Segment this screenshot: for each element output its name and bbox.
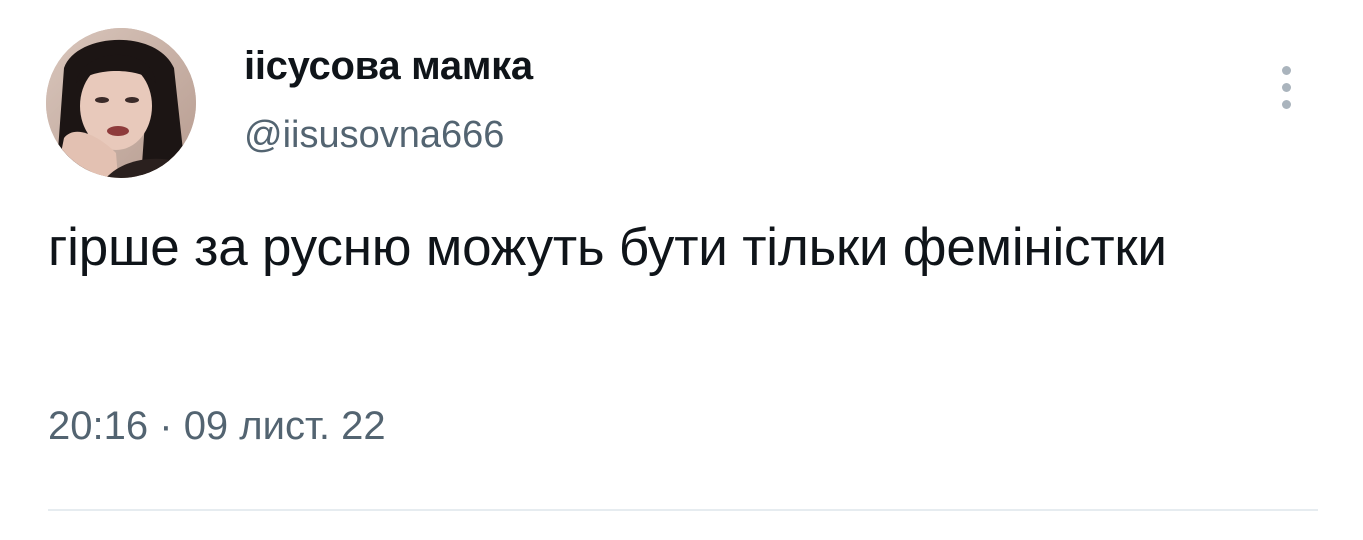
avatar-image [46, 28, 196, 178]
tweet-card: іісусова мамка @iisusovna666 гірше за ру… [0, 0, 1363, 540]
more-dot [1282, 66, 1291, 75]
more-options-icon[interactable] [1270, 58, 1304, 118]
tweet-text: гірше за русню можуть бути тільки феміні… [48, 218, 1167, 277]
tweet-date: 09 лист. 22 [183, 404, 386, 448]
more-dot [1282, 83, 1291, 92]
tweet-timestamp[interactable]: 20:16 · 09 лист. 22 [48, 404, 386, 449]
tweet-time: 20:16 [48, 404, 149, 448]
author-handle[interactable]: @iisusovna666 [244, 114, 504, 157]
divider [48, 509, 1318, 511]
avatar[interactable] [46, 28, 196, 178]
more-dot [1282, 100, 1291, 109]
author-display-name[interactable]: іісусова мамка [244, 44, 533, 89]
meta-separator: · [159, 404, 173, 448]
